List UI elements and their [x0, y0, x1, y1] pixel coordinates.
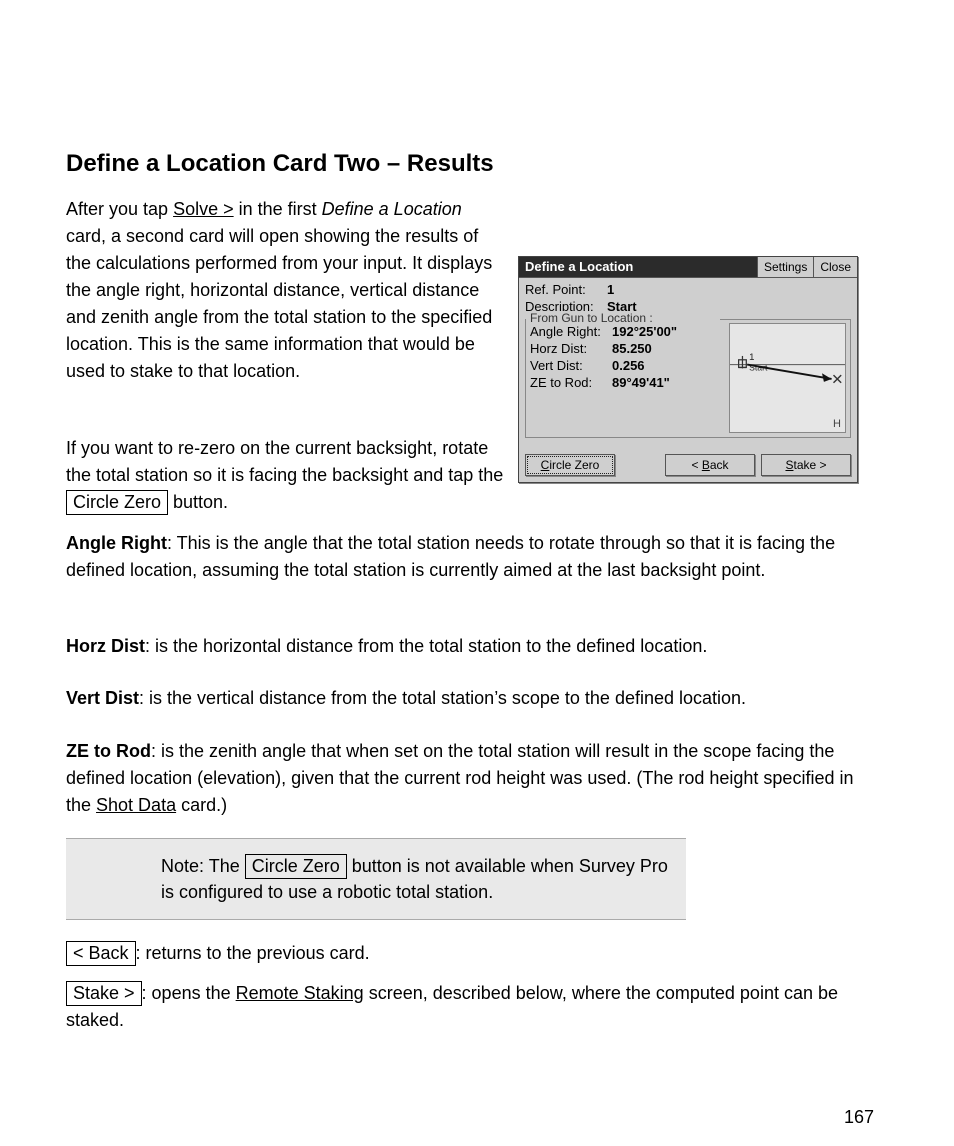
from-gun-group: From Gun to Location : Angle Right: 192°… — [525, 319, 851, 438]
note-container: Note: The Circle Zero button is not avai… — [66, 838, 686, 920]
arrow-head-icon — [822, 373, 832, 382]
text: Note: The — [161, 856, 245, 876]
remote-staking-link[interactable]: Remote Staking — [236, 983, 364, 1003]
section-heading: Define a Location Card Two – Results — [66, 150, 856, 178]
text: in the first — [234, 199, 322, 219]
text: If you want to re-zero on the current ba… — [66, 438, 503, 485]
ref-point-value: 1 — [607, 282, 614, 297]
note-box: Note: The Circle Zero button is not avai… — [66, 838, 686, 920]
station-icon — [739, 356, 747, 368]
paragraph-circle-zero: If you want to re-zero on the current ba… — [66, 435, 506, 516]
text-italic: Define a Location — [322, 199, 462, 219]
ze-rod-row: ZE to Rod: 89°49'41" — [530, 374, 725, 391]
back-paragraph: < Back: returns to the previous card. — [66, 940, 856, 967]
circle-zero-button-ref: Circle Zero — [66, 490, 168, 515]
page-number: 167 — [844, 1107, 874, 1128]
map-view: 1 Start H — [729, 323, 846, 433]
vert-dist-row: Vert Dist: 0.256 — [530, 357, 725, 374]
text: After you tap — [66, 199, 173, 219]
ref-point-row: Ref. Point: 1 — [525, 281, 851, 298]
angle-right-value: 192°25'00" — [612, 324, 677, 339]
horz-dist-value: 85.250 — [612, 341, 652, 356]
angle-right-paragraph: Angle Right: This is the angle that the … — [66, 530, 856, 584]
angle-right-row: Angle Right: 192°25'00" — [530, 323, 725, 340]
text: : is the vertical distance from the tota… — [139, 688, 746, 708]
text: : returns to the previous card. — [136, 943, 370, 963]
angle-right-title: Angle Right — [66, 533, 167, 553]
circle-zero-button[interactable]: Circle Zero — [525, 454, 615, 476]
ref-point-label: Ref. Point: — [525, 282, 607, 297]
horz-dist-title: Horz Dist — [66, 636, 145, 656]
ze-rod-paragraph: ZE to Rod: is the zenith angle that when… — [66, 738, 856, 819]
text: : This is the angle that the total stati… — [66, 533, 835, 580]
ze-rod-value: 89°49'41" — [612, 375, 670, 390]
ze-rod-label: ZE to Rod: — [530, 375, 612, 390]
ze-rod-title: ZE to Rod — [66, 741, 151, 761]
text: card.) — [176, 795, 227, 815]
paragraph-overview: After you tap Solve > in the first Defin… — [66, 196, 506, 385]
text: : opens the — [142, 983, 236, 1003]
target-x-icon — [834, 375, 842, 383]
angle-right-label: Angle Right: — [530, 324, 612, 339]
vert-dist-paragraph: Vert Dist: is the vertical distance from… — [66, 685, 856, 712]
stake-paragraph: Stake >: opens the Remote Staking screen… — [66, 980, 856, 1034]
back-button[interactable]: < Back — [665, 454, 755, 476]
horz-dist-row: Horz Dist: 85.250 — [530, 340, 725, 357]
text: : is the horizontal distance from the to… — [145, 636, 707, 656]
text: button. — [168, 492, 228, 512]
window-titlebar: Define a Location Settings Close — [519, 257, 857, 278]
from-gun-group-title: From Gun to Location : — [528, 311, 655, 325]
text: card, a second card will open showing th… — [66, 226, 492, 381]
shot-data-link[interactable]: Shot Data — [96, 795, 176, 815]
define-location-window: Define a Location Settings Close Ref. Po… — [518, 256, 858, 483]
circle-zero-text: ircle Zero — [549, 458, 599, 472]
window-title: Define a Location — [519, 257, 757, 277]
back-button-ref: < Back — [66, 941, 136, 966]
map-point-id: 1 — [749, 352, 754, 363]
map-svg: 1 Start — [730, 324, 845, 432]
close-button[interactable]: Close — [813, 257, 857, 277]
stake-button-ref: Stake > — [66, 981, 142, 1006]
solve-link[interactable]: Solve > — [173, 199, 234, 219]
settings-button[interactable]: Settings — [757, 257, 813, 277]
vert-dist-label: Vert Dist: — [530, 358, 612, 373]
vert-dist-title: Vert Dist — [66, 688, 139, 708]
horz-dist-paragraph: Horz Dist: is the horizontal distance fr… — [66, 633, 856, 660]
horz-dist-label: Horz Dist: — [530, 341, 612, 356]
stake-button[interactable]: Stake > — [761, 454, 851, 476]
map-h-label: H — [833, 418, 841, 430]
vert-dist-value: 0.256 — [612, 358, 645, 373]
circle-zero-button-ref-2: Circle Zero — [245, 854, 347, 879]
